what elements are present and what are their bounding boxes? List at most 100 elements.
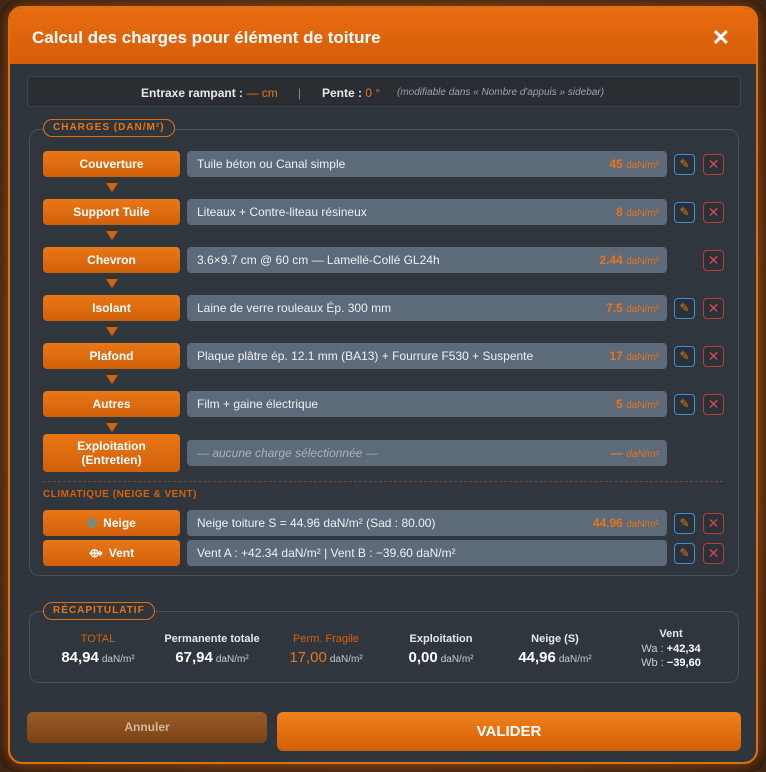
climatique-label: CLIMATIQUE (NEIGE & VENT) xyxy=(43,489,197,500)
recap-fragile-unit: daN/m² xyxy=(329,654,363,665)
neige-value: Neige toiture S = 44.96 daN/m² (Sad : 80… xyxy=(197,516,436,530)
flow-arrow-icon xyxy=(106,375,118,384)
recap-neige-label: Neige (S) xyxy=(531,633,579,645)
pente-info: Pente : 0 ° xyxy=(322,86,380,100)
charge-load: 7.5 daN/m² xyxy=(606,295,659,323)
charge-value: Film + gaine électrique xyxy=(197,397,319,411)
charge-load-unit: daN/m² xyxy=(626,160,659,171)
category-button-autres[interactable]: Autres xyxy=(43,391,180,417)
charge-load-unit: daN/m² xyxy=(626,400,659,411)
recap-neige-value-row: 44,96 daN/m² xyxy=(507,649,603,666)
charge-load-unit: daN/m² xyxy=(626,352,659,363)
charges-dialog: Calcul des charges pour élément de toitu… xyxy=(8,6,758,764)
recap-vent-wb-row: Wb : −39,60 xyxy=(626,657,716,669)
recap-vent-wb: −39,60 xyxy=(666,657,701,669)
charge-load-unit: daN/m² xyxy=(626,304,659,315)
charge-load: 45 daN/m² xyxy=(610,151,660,179)
charge-load: 2.44 daN/m² xyxy=(600,247,660,275)
info-bar: Entraxe rampant : — cm | Pente : 0 ° (mo… xyxy=(27,76,741,107)
recap-exploitation-unit: daN/m² xyxy=(440,654,474,665)
charge-load-value: 7.5 xyxy=(606,301,623,315)
exploitation-label-line1: Exploitation xyxy=(77,439,146,453)
flow-arrow-icon xyxy=(106,327,118,336)
exploitation-load: — daN/m² xyxy=(611,440,659,468)
recap-permanente-label: Permanente totale xyxy=(164,633,260,645)
charge-load: 17 daN/m² xyxy=(610,343,660,371)
charge-load-value: 5 xyxy=(616,397,623,411)
entraxe-value: — cm xyxy=(246,86,278,100)
recap-vent-wa-row: Wa : +42,34 xyxy=(626,643,716,655)
category-button-neige[interactable]: Neige xyxy=(43,510,180,536)
recap-neige-unit: daN/m² xyxy=(558,654,592,665)
recap-vent-label: Vent xyxy=(659,628,683,640)
edit-autres-pencil-icon[interactable]: ✎ xyxy=(674,394,695,415)
delete-chevron-close-icon[interactable]: ✕ xyxy=(703,250,724,271)
pente-value: 0 ° xyxy=(365,86,381,100)
charge-value: Plaque plâtre ép. 12.1 mm (BA13) + Fourr… xyxy=(197,349,534,363)
flow-arrow-icon xyxy=(106,183,118,192)
charge-field-autres[interactable]: Film + gaine électrique 5 daN/m² xyxy=(187,391,667,417)
neige-field[interactable]: Neige toiture S = 44.96 daN/m² (Sad : 80… xyxy=(187,510,667,536)
exploitation-label-line2: (Entretien) xyxy=(81,453,142,467)
recap-neige-value: 44,96 xyxy=(518,649,556,666)
recap-permanente-value-row: 67,94 daN/m² xyxy=(160,649,264,666)
recap-exploitation-label: Exploitation xyxy=(409,633,473,645)
category-button-couverture[interactable]: Couverture xyxy=(43,151,180,177)
edit-couverture-pencil-icon[interactable]: ✎ xyxy=(674,154,695,175)
delete-isolant-close-icon[interactable]: ✕ xyxy=(703,298,724,319)
charge-field-chevron[interactable]: 3.6×9.7 cm @ 60 cm — Lamellé-Collé GL24h… xyxy=(187,247,667,273)
edit-isolant-pencil-icon[interactable]: ✎ xyxy=(674,298,695,319)
charge-field-couverture[interactable]: Tuile béton ou Canal simple 45 daN/m² xyxy=(187,151,667,177)
delete-support-tuile-close-icon[interactable]: ✕ xyxy=(703,202,724,223)
pente-label: Pente : xyxy=(322,86,363,100)
delete-plafond-close-icon[interactable]: ✕ xyxy=(703,346,724,367)
charge-load-value: 17 xyxy=(609,349,623,363)
recap-permanente: Permanente totale 67,94 daN/m² xyxy=(160,633,264,666)
cancel-button[interactable]: Annuler xyxy=(27,712,267,743)
exploitation-load-unit: daN/m² xyxy=(626,449,659,460)
climatique-divider xyxy=(43,481,723,482)
neige-load-unit: daN/m² xyxy=(626,519,659,530)
edit-support-tuile-pencil-icon[interactable]: ✎ xyxy=(674,202,695,223)
charge-load: 5 daN/m² xyxy=(616,391,659,419)
category-button-plafond[interactable]: Plafond xyxy=(43,343,180,369)
delete-vent-close-icon[interactable]: ✕ xyxy=(703,543,724,564)
delete-couverture-close-icon[interactable]: ✕ xyxy=(703,154,724,175)
vent-field[interactable]: Vent A : +42.34 daN/m² | Vent B : −39.60… xyxy=(187,540,667,566)
category-button-chevron[interactable]: Chevron xyxy=(43,247,180,273)
flow-arrow-icon xyxy=(106,279,118,288)
recap-exploitation: Exploitation 0,00 daN/m² xyxy=(393,633,489,666)
charge-field-plafond[interactable]: Plaque plâtre ép. 12.1 mm (BA13) + Fourr… xyxy=(187,343,667,369)
snow-icon xyxy=(87,518,98,528)
vent-value: Vent A : +42.34 daN/m² | Vent B : −39.60… xyxy=(197,546,456,560)
dialog-title: Calcul des charges pour élément de toitu… xyxy=(32,28,381,47)
vent-category: Vent xyxy=(108,546,135,560)
edit-plafond-pencil-icon[interactable]: ✎ xyxy=(674,346,695,367)
recap-section-label: RÉCAPITULATIF xyxy=(43,602,155,620)
delete-neige-close-icon[interactable]: ✕ xyxy=(703,513,724,534)
charge-field-isolant[interactable]: Laine de verre rouleaux Ép. 300 mm 7.5 da… xyxy=(187,295,667,321)
category-button-isolant[interactable]: Isolant xyxy=(43,295,180,321)
recap-fragile-label: Perm. Fragile xyxy=(292,633,360,645)
close-icon[interactable]: ✕ xyxy=(712,25,730,51)
recap-fragile-value-row: 17,00 daN/m² xyxy=(278,649,374,666)
edit-neige-pencil-icon[interactable]: ✎ xyxy=(674,513,695,534)
validate-button[interactable]: VALIDER xyxy=(277,712,741,751)
category-button-vent[interactable]: ⟴ Vent xyxy=(43,540,180,566)
recap-vent-wb-label: Wb : xyxy=(641,657,664,669)
delete-autres-close-icon[interactable]: ✕ xyxy=(703,394,724,415)
category-button-exploitation[interactable]: Exploitation (Entretien) xyxy=(43,434,180,472)
exploitation-field[interactable]: — aucune charge sélectionnée — — daN/m² xyxy=(187,440,667,466)
recap-permanente-value: 67,94 xyxy=(175,649,213,666)
charge-field-support-tuile[interactable]: Liteaux + Contre-liteau résineux 8 daN/m² xyxy=(187,199,667,225)
neige-category: Neige xyxy=(103,516,136,530)
category-button-support-tuile[interactable]: Support Tuile xyxy=(43,199,180,225)
dialog-header: Calcul des charges pour élément de toitu… xyxy=(10,8,756,64)
charge-load: 8 daN/m² xyxy=(616,199,659,227)
charge-load-value: 45 xyxy=(609,157,623,171)
edit-vent-pencil-icon[interactable]: ✎ xyxy=(674,543,695,564)
recap-permanente-unit: daN/m² xyxy=(215,654,249,665)
recap-exploitation-value: 0,00 xyxy=(408,649,438,666)
exploitation-load-value: — xyxy=(610,446,623,460)
charges-section-label: CHARGES (DAN/M²) xyxy=(43,119,175,137)
